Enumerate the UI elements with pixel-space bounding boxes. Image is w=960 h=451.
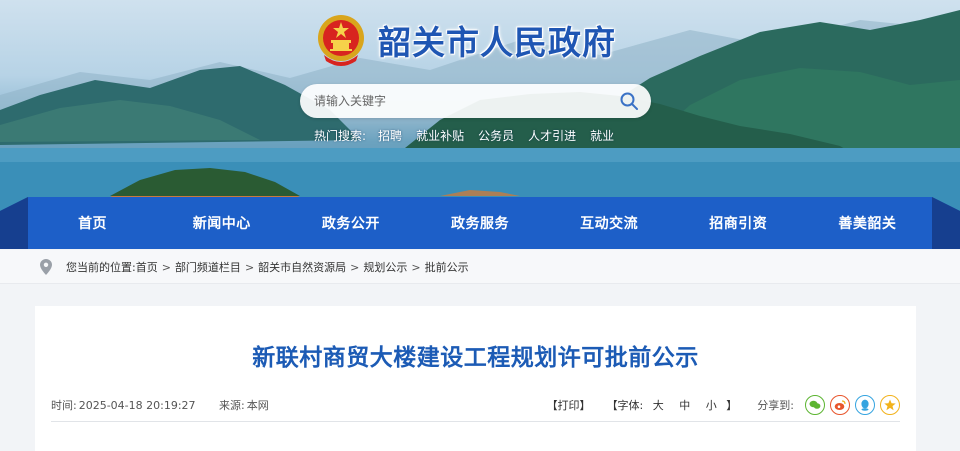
nav-item-gov-open[interactable]: 政务公开 xyxy=(286,197,415,249)
hot-search-link[interactable]: 就业补贴 xyxy=(416,127,464,144)
header-banner: 韶关市人民政府 热门搜索: 招聘 就业补贴 公务员 人才引进 就业 xyxy=(0,0,960,215)
meta-divider xyxy=(51,421,900,422)
hot-search-link[interactable]: 公务员 xyxy=(478,127,514,144)
breadcrumb-separator: > xyxy=(350,260,360,274)
breadcrumb: 您当前的位置: 首页 > 部门频道栏目 > 韶关市自然资源局 > 规划公示 > … xyxy=(0,250,960,284)
location-pin-icon xyxy=(40,259,52,275)
breadcrumb-link[interactable]: 首页 xyxy=(136,259,158,275)
national-emblem-icon xyxy=(318,15,364,66)
hot-search: 热门搜索: 招聘 就业补贴 公务员 人才引进 就业 xyxy=(314,126,628,144)
font-size-medium[interactable]: 中 xyxy=(679,399,690,412)
article-card: 新联村商贸大楼建设工程规划许可批前公示 时间: 2025-04-18 20:19:… xyxy=(35,306,916,451)
source-value: 本网 xyxy=(246,399,269,412)
site-brand[interactable]: 韶关市人民政府 xyxy=(316,13,616,67)
weibo-icon[interactable] xyxy=(830,395,850,415)
search-icon[interactable] xyxy=(619,91,639,111)
breadcrumb-separator: > xyxy=(161,260,171,274)
nav-item-gov-service[interactable]: 政务服务 xyxy=(415,197,544,249)
nav-item-interaction[interactable]: 互动交流 xyxy=(545,197,674,249)
font-size-large[interactable]: 大 xyxy=(653,399,664,412)
print-button[interactable]: 【打印】 xyxy=(547,397,591,413)
article-title: 新联村商贸大楼建设工程规划许可批前公示 xyxy=(252,345,699,371)
time-label: 时间: xyxy=(51,399,77,412)
font-size-small[interactable]: 小 xyxy=(706,399,717,412)
nav-item-investment[interactable]: 招商引资 xyxy=(674,197,803,249)
nav-item-news[interactable]: 新闻中心 xyxy=(157,197,286,249)
breadcrumb-separator: > xyxy=(411,260,421,274)
nav-item-shaoguan[interactable]: 善美韶关 xyxy=(803,197,932,249)
qzone-icon[interactable] xyxy=(880,395,900,415)
time-value: 2025-04-18 20:19:27 xyxy=(78,399,196,412)
breadcrumb-link[interactable]: 韶关市自然资源局 xyxy=(258,259,346,275)
share-label: 分享到: xyxy=(757,399,794,412)
breadcrumb-link[interactable]: 批前公示 xyxy=(425,259,469,275)
hot-search-link[interactable]: 就业 xyxy=(590,127,614,144)
hot-search-label: 热门搜索: xyxy=(314,128,367,143)
qq-icon[interactable] xyxy=(855,395,875,415)
source-label: 来源: xyxy=(219,399,245,412)
hot-search-link[interactable]: 人才引进 xyxy=(528,127,576,144)
breadcrumb-separator: > xyxy=(244,260,255,274)
search-bar xyxy=(300,84,651,118)
hot-search-link[interactable]: 招聘 xyxy=(378,127,402,144)
search-input[interactable] xyxy=(314,84,604,118)
wechat-icon[interactable] xyxy=(805,395,825,415)
publish-time: 时间: 2025-04-18 20:19:27 xyxy=(51,399,196,412)
font-size-label: 【字体: xyxy=(606,399,644,412)
font-size-control: 【字体: 大 中 小 】 xyxy=(607,397,738,413)
breadcrumb-link[interactable]: 部门频道栏目 xyxy=(175,259,241,275)
source: 来源: 本网 xyxy=(219,399,269,412)
main-nav: 首页 新闻中心 政务公开 政务服务 互动交流 招商引资 善美韶关 xyxy=(0,197,960,249)
nav-item-home[interactable]: 首页 xyxy=(28,197,157,249)
breadcrumb-prefix: 您当前的位置: xyxy=(66,261,136,274)
breadcrumb-link[interactable]: 规划公示 xyxy=(363,259,407,275)
article-meta: 时间: 2025-04-18 20:19:27 来源: 本网 【打印】 【字体: 大… xyxy=(51,395,900,415)
site-title: 韶关市人民政府 xyxy=(378,23,616,62)
font-size-close: 】 xyxy=(726,399,738,412)
